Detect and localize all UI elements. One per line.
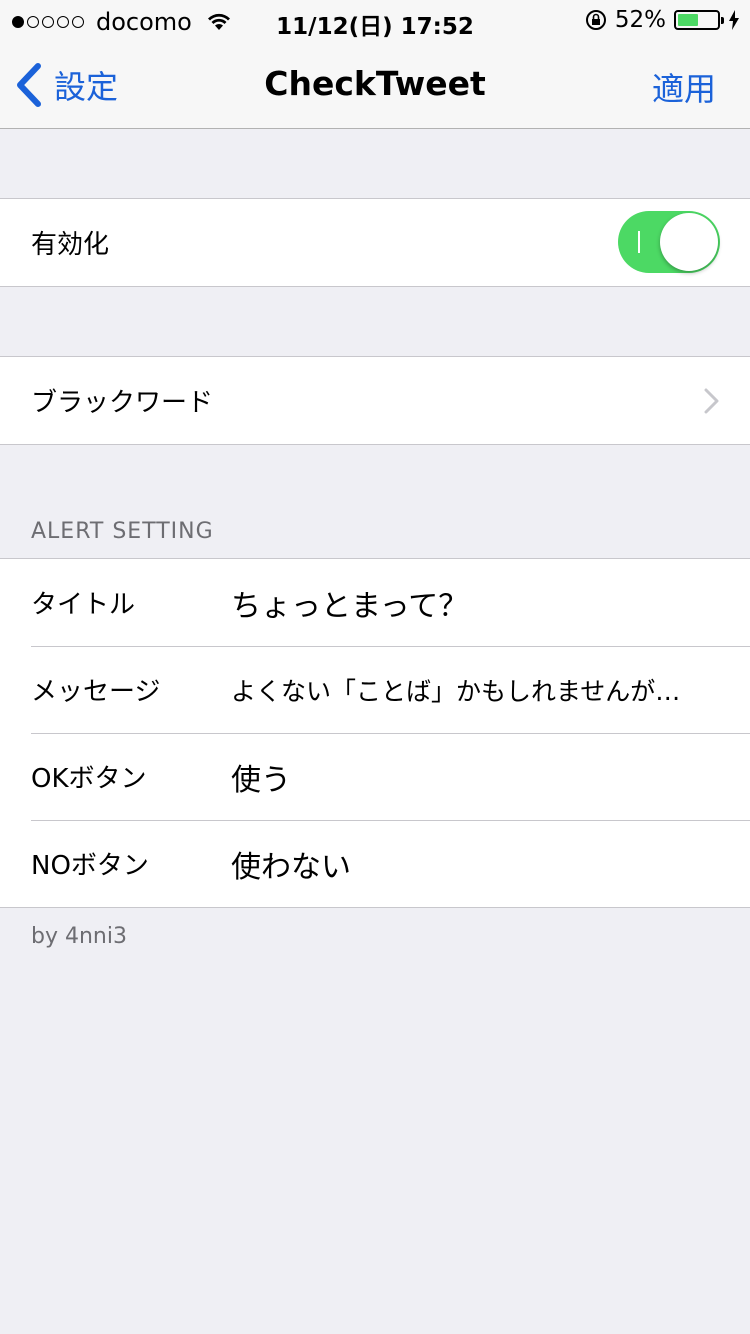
blackword-group: ブラックワード — [0, 356, 750, 445]
navigation-bar: 設定 CheckTweet 適用 — [0, 40, 750, 128]
enable-toggle[interactable] — [618, 211, 720, 273]
alert-message-row[interactable]: メッセージ よくない「ことば」かもしれませんが… — [0, 646, 750, 733]
charging-bolt-icon — [729, 10, 739, 30]
enable-row: 有効化 — [0, 199, 750, 286]
rotation-lock-icon — [585, 10, 606, 30]
page-title: CheckTweet — [264, 64, 486, 103]
alert-group: タイトル ちょっとまって？ メッセージ よくない「ことば」かもしれませんが… O… — [0, 558, 750, 908]
enable-label: 有効化 — [31, 230, 110, 260]
alert-message-label: メッセージ — [31, 677, 161, 707]
status-bar: docomo 11/12(日) 17:52 52% — [0, 0, 750, 40]
no-button-value[interactable]: 使わない — [231, 842, 351, 886]
toggle-knob — [660, 213, 718, 271]
ok-button-row[interactable]: OKボタン 使う — [0, 733, 750, 820]
alert-title-row[interactable]: タイトル ちょっとまって？ — [0, 559, 750, 646]
alert-message-value[interactable]: よくない「ことば」かもしれませんが… — [231, 672, 680, 708]
battery-fill — [678, 14, 698, 26]
battery-percent: 52% — [614, 7, 666, 33]
ok-button-value[interactable]: 使う — [231, 755, 291, 799]
blackword-label: ブラックワード — [31, 388, 214, 418]
ok-button-label: OKボタン — [31, 764, 147, 794]
alert-section-header: ALERT SETTING — [31, 519, 214, 544]
enable-group: 有効化 — [0, 198, 750, 287]
status-right: 52% — [585, 7, 740, 33]
blackword-row[interactable]: ブラックワード — [0, 357, 750, 444]
no-button-row[interactable]: NOボタン 使わない — [0, 820, 750, 907]
alert-title-value[interactable]: ちょっとまって？ — [231, 581, 468, 625]
battery-icon — [674, 10, 724, 30]
no-button-label: NOボタン — [31, 851, 149, 881]
alert-title-label: タイトル — [31, 590, 136, 620]
chevron-right-icon — [704, 388, 719, 414]
toggle-on-mark — [638, 231, 640, 253]
footer-credit: by 4nni3 — [31, 924, 127, 949]
apply-button[interactable]: 適用 — [652, 64, 716, 110]
top-bar: docomo 11/12(日) 17:52 52% 設定 CheckTweet … — [0, 0, 750, 129]
